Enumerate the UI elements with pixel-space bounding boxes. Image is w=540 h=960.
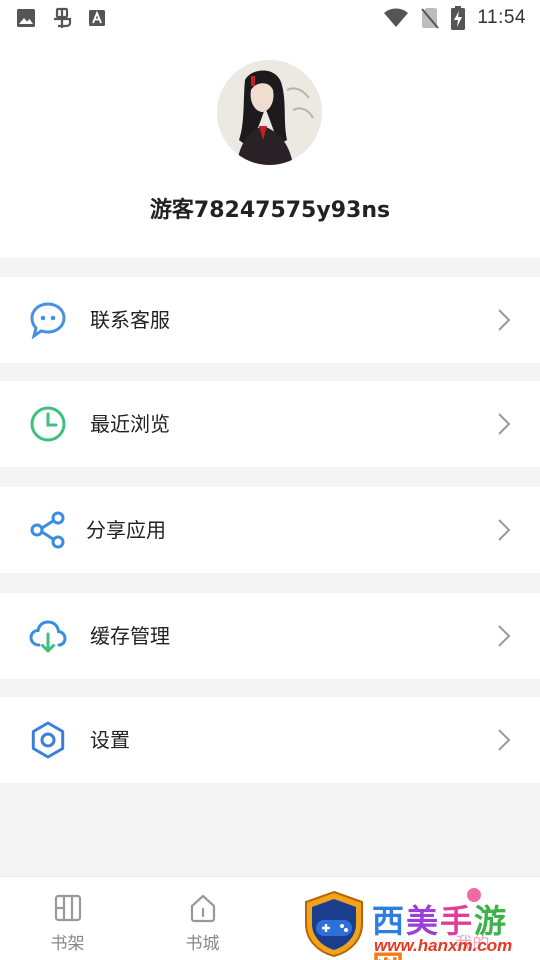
username: 游客78247575y93ns [149, 198, 391, 223]
gear-icon [28, 720, 68, 760]
share-icon [28, 510, 68, 550]
chat-bubble-icon [28, 300, 68, 340]
menu-item-share-app[interactable]: 分享应用 [0, 487, 540, 573]
tab-label: 书城 [185, 934, 220, 954]
menu-item-label: 设置 [90, 728, 130, 752]
status-right: 11:54 [383, 6, 526, 30]
avatar[interactable] [217, 60, 322, 165]
battery-charging-icon [451, 6, 466, 30]
watermark-url: www.hanxm.com [374, 936, 513, 955]
tab-bookshelf[interactable]: 书架 [0, 877, 135, 960]
status-left [16, 6, 106, 30]
clock-icon [28, 404, 68, 444]
wm-char: 游 [474, 902, 509, 940]
menu-item-settings[interactable]: 设置 [0, 697, 540, 783]
wm-char: 美 [406, 902, 441, 940]
menu-item-cache-management[interactable]: 缓存管理 [0, 593, 540, 679]
chevron-right-icon [496, 728, 512, 752]
menu-item-label: 联系客服 [90, 308, 170, 332]
watermark-dot [467, 888, 481, 902]
status-time: 11:54 [477, 7, 526, 28]
home-icon [188, 893, 218, 923]
status-bar: 11:54 [0, 0, 540, 36]
chevron-right-icon [496, 308, 512, 332]
profile-header: 游客78247575y93ns [0, 36, 540, 258]
cloud-download-icon [28, 616, 68, 656]
wifi-icon [383, 8, 409, 28]
chevron-right-icon [496, 412, 512, 436]
tab-label: 书架 [50, 934, 85, 954]
watermark: 西美手游网 www.hanxm.com [302, 888, 540, 960]
bug-icon [50, 6, 74, 30]
image-icon [16, 8, 36, 28]
menu-item-label: 最近浏览 [90, 412, 170, 436]
chevron-right-icon [496, 624, 512, 648]
gamepad-shield-icon [302, 890, 366, 958]
no-sim-icon [421, 7, 440, 29]
menu-item-customer-service[interactable]: 联系客服 [0, 277, 540, 363]
wm-char: 西 [372, 902, 407, 940]
menu-item-label: 缓存管理 [90, 624, 170, 648]
font-icon [88, 9, 106, 27]
menu-item-label: 分享应用 [86, 518, 166, 542]
bookshelf-icon [53, 893, 83, 923]
tab-bookstore[interactable]: 书城 [135, 877, 270, 960]
wm-char: 手 [440, 902, 475, 940]
chevron-right-icon [496, 518, 512, 542]
menu-item-recent-history[interactable]: 最近浏览 [0, 381, 540, 467]
